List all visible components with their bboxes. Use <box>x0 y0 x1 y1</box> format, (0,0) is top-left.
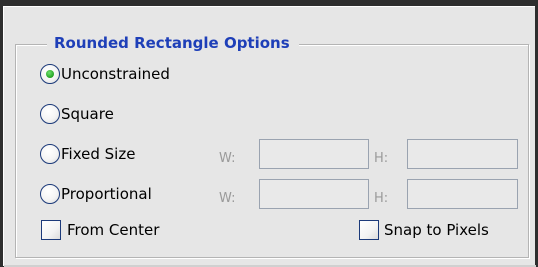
proportional-height-label: H: <box>374 191 389 206</box>
fixed-size-width-input[interactable] <box>259 139 369 169</box>
square-label[interactable]: Square <box>61 104 114 124</box>
rounded-rectangle-options-panel: Rounded Rectangle Options Unconstrained … <box>3 6 536 267</box>
unconstrained-radio[interactable] <box>40 64 60 84</box>
proportional-radio[interactable] <box>40 184 60 204</box>
proportional-label[interactable]: Proportional <box>61 184 152 204</box>
fixed-size-height-label: H: <box>374 151 389 166</box>
fixed-size-width-label: W: <box>219 151 236 166</box>
unconstrained-label[interactable]: Unconstrained <box>61 64 170 84</box>
group-title: Rounded Rectangle Options <box>47 31 299 55</box>
fixed-size-label[interactable]: Fixed Size <box>61 144 135 164</box>
fixed-size-radio[interactable] <box>40 144 60 164</box>
snap-to-pixels-label[interactable]: Snap to Pixels <box>384 220 489 240</box>
square-radio[interactable] <box>40 104 60 124</box>
proportional-width-label: W: <box>219 191 236 206</box>
snap-to-pixels-checkbox[interactable] <box>359 220 379 240</box>
from-center-checkbox[interactable] <box>41 220 61 240</box>
fixed-size-height-input[interactable] <box>407 139 518 169</box>
from-center-label[interactable]: From Center <box>67 220 159 240</box>
proportional-width-input[interactable] <box>259 179 369 209</box>
radio-selected-dot <box>46 70 54 78</box>
proportional-height-input[interactable] <box>407 179 518 209</box>
